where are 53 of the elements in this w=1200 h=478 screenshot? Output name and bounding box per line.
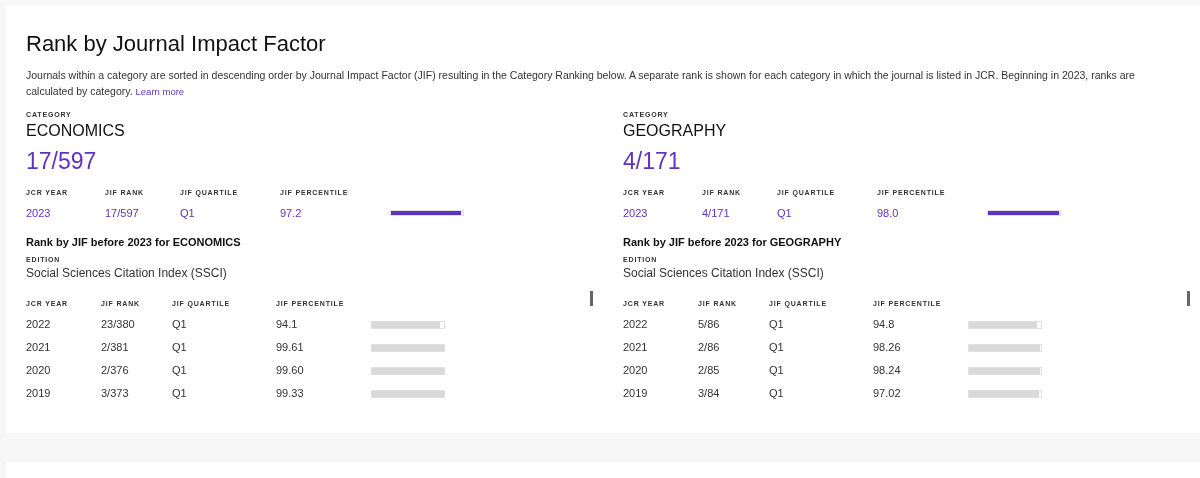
jif-quartile: Q1 [172, 340, 188, 356]
jif-quartile: Q1 [172, 386, 188, 402]
scrollbar[interactable] [590, 291, 593, 306]
jcr-year: 2020 [623, 363, 649, 379]
jif-percentile: 94.8 [873, 317, 896, 333]
category-rank: 4/171 [623, 147, 682, 176]
jif-quartile: Q1 [777, 205, 793, 221]
jif-quartile: Q1 [180, 205, 196, 221]
jcr-year: 2019 [26, 386, 52, 402]
jif-percentile: 98.0 [877, 205, 900, 221]
learn-more-link[interactable]: Learn more [135, 86, 185, 97]
jcr-year: 2021 [26, 340, 52, 356]
category-rank: 17/597 [26, 147, 98, 176]
jif-quartile: Q1 [769, 340, 785, 356]
jcr-year: 2020 [26, 363, 52, 379]
category-name: ECONOMICS [26, 121, 126, 141]
jif-quartile: Q1 [769, 386, 785, 402]
jif-rank: 3/373 [101, 386, 130, 402]
jif-quartile: Q1 [172, 363, 188, 379]
jif-percentile: 97.2 [280, 205, 303, 221]
edition-name: Social Sciences Citation Index (SSCI) [26, 265, 228, 281]
jcr-year: 2022 [623, 317, 649, 333]
jif-rank: 3/84 [698, 386, 721, 402]
jcr-year: 2023 [623, 205, 649, 221]
jcr-year: 2021 [623, 340, 649, 356]
description: Journals within a category are sorted in descending order by Journal Impact Factor (JIF) resulting in the Category Ranking below. A separate rank is shown for each category in which the journal is listed in JCR. Beginning in 2023, ranks are calculated by category. Learn more [26, 68, 1136, 99]
jif-rank: 2/376 [101, 363, 130, 379]
edition-name: Social Sciences Citation Index (SSCI) [623, 265, 825, 281]
jif-quartile: Q1 [769, 317, 785, 333]
jif-rank: 2/85 [698, 363, 721, 379]
jif-percentile: 99.60 [276, 363, 305, 379]
jif-rank: 2/86 [698, 340, 721, 356]
history-title: Rank by JIF before 2023 for GEOGRAPHY [623, 235, 843, 250]
jif-rank: 23/380 [101, 317, 136, 333]
jif-rank: 5/86 [698, 317, 721, 333]
jif-rank: 4/171 [702, 205, 731, 221]
jif-percentile: 94.1 [276, 317, 299, 333]
scrollbar[interactable] [1187, 291, 1190, 306]
jif-percentile: 99.33 [276, 386, 305, 402]
jif-quartile: Q1 [172, 317, 188, 333]
jcr-year: 2022 [26, 317, 52, 333]
jif-percentile: 97.02 [873, 386, 902, 402]
jif-rank: 2/381 [101, 340, 130, 356]
jif-percentile: 99.61 [276, 340, 305, 356]
section-title: Rank by Journal Impact Factor [26, 30, 327, 58]
jcr-year: 2019 [623, 386, 649, 402]
jif-quartile: Q1 [769, 363, 785, 379]
category-name: GEOGRAPHY [623, 121, 728, 141]
jif-percentile: 98.24 [873, 363, 902, 379]
jif-rank: 17/597 [105, 205, 140, 221]
history-title: Rank by JIF before 2023 for ECONOMICS [26, 235, 242, 250]
jif-percentile: 98.26 [873, 340, 902, 356]
jcr-year: 2023 [26, 205, 52, 221]
